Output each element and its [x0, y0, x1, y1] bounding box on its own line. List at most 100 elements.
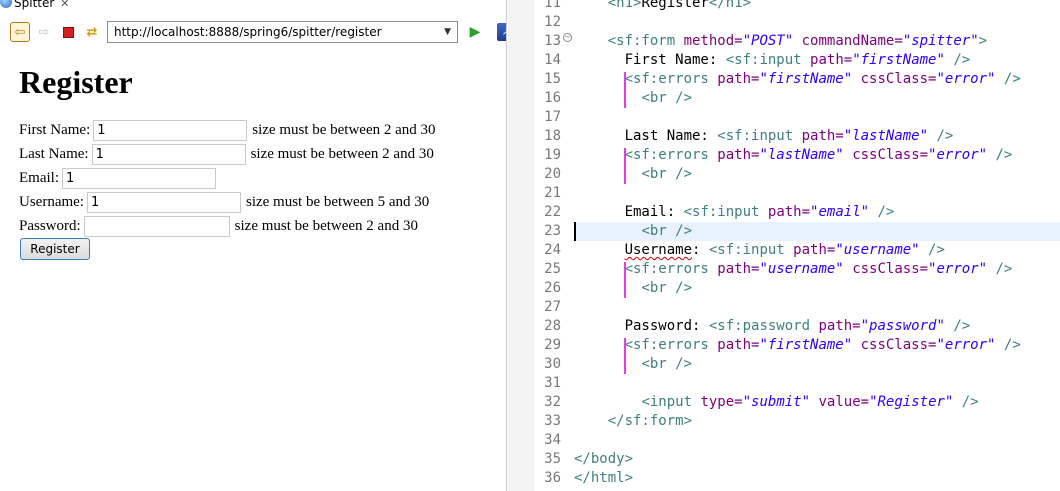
code-editor-pane[interactable]: 11 12 13 14 15 16 17 18 19 20 21 22 23 24 25 26 27 28 29 30…: [508, 0, 1060, 491]
code-line: <sf:errors path="firstName" cssClass="er…: [574, 336, 1021, 355]
code-token: "username": [759, 261, 844, 277]
code-token: />: [919, 242, 945, 258]
code-token: First Name:: [624, 52, 726, 68]
first-name-label: First Name:: [19, 121, 91, 138]
code-token: <br />: [641, 90, 693, 106]
line-number: 13: [544, 33, 561, 49]
line-number: 17: [544, 109, 561, 125]
line-number: 20: [544, 166, 561, 182]
back-button[interactable]: ⇦: [10, 22, 30, 42]
code-line: </sf:form>: [574, 412, 692, 431]
code-token: <input: [641, 394, 701, 410]
code-token: />: [944, 52, 971, 68]
code-area[interactable]: <h1>Register</h1> <sf:form method="POST"…: [574, 0, 1060, 491]
line-number: 16: [544, 90, 561, 106]
code-token: commandName=: [801, 33, 903, 49]
close-tab-icon[interactable]: ✕: [60, 0, 69, 10]
forward-button[interactable]: ⇨: [34, 22, 54, 42]
line-number: 31: [544, 375, 561, 391]
code-token: <br />: [641, 223, 693, 239]
stop-icon: [62, 26, 74, 38]
code-token: <sf:errors: [624, 71, 718, 87]
code-line: <sf:errors path="lastName" cssClass="err…: [574, 146, 1013, 165]
username-input[interactable]: [86, 191, 241, 213]
line-number: 27: [544, 299, 561, 315]
forward-arrow-icon: ⇨: [38, 24, 50, 40]
fold-collapse-icon[interactable]: −: [563, 33, 572, 42]
code-token: "email": [810, 204, 870, 220]
code-token: value=: [818, 394, 870, 410]
back-arrow-icon: ⇦: [14, 24, 26, 40]
code-token: path=: [801, 128, 844, 144]
code-token: cssClass=: [852, 147, 929, 163]
refresh-button[interactable]: ⇄: [82, 22, 102, 42]
code-token: type=: [700, 394, 743, 410]
url-text[interactable]: http://localhost:8888/spring6/spitter/re…: [114, 25, 444, 39]
code-token: "firstName": [852, 52, 945, 68]
code-token: path=: [717, 261, 760, 277]
password-row: Password: size must be between 2 and 30: [19, 215, 418, 237]
code-token: Email:: [624, 204, 684, 220]
browser-tab[interactable]: Spitter ✕: [0, 0, 76, 12]
last-name-error: size must be between 2 and 30: [250, 145, 434, 162]
code-token: />: [995, 71, 1021, 87]
code-token: path=: [717, 147, 760, 163]
code-token: "error": [928, 261, 988, 277]
external-browser-button[interactable]: ↗: [497, 23, 506, 41]
line-number-gutter: 11 12 13 14 15 16 17 18 19 20 21 22 23 24 25 26 27 28 29 30…: [534, 0, 572, 491]
code-line: <h1>Register</h1>: [574, 0, 751, 13]
address-bar[interactable]: http://localhost:8888/spring6/spitter/re…: [107, 21, 458, 43]
code-line: Username: <sf:input path="username" />: [574, 241, 945, 260]
code-line: <sf:errors path="username" cssClass="err…: [574, 260, 1013, 279]
code-token: "spitter": [902, 33, 979, 49]
email-label: Email:: [19, 169, 59, 186]
code-token: />: [944, 318, 971, 334]
change-marker: [624, 72, 626, 108]
line-number: 28: [544, 318, 561, 334]
code-line: Email: <sf:input path="email" />: [574, 203, 895, 222]
line-number: 35: [544, 451, 561, 467]
browser-tab-strip: Spitter ✕: [0, 0, 506, 12]
password-input[interactable]: [83, 215, 230, 237]
line-number: 33: [544, 413, 561, 429]
line-number: 23: [544, 223, 561, 239]
editor-ruler: [508, 0, 542, 491]
last-name-input[interactable]: [91, 143, 246, 165]
stop-button[interactable]: [58, 22, 78, 42]
code-token: </h1>: [708, 0, 752, 11]
code-token: path=: [717, 337, 760, 353]
code-token: />: [987, 261, 1013, 277]
code-token: />: [928, 128, 954, 144]
line-number: 25: [544, 261, 561, 277]
code-line: <br />: [574, 222, 692, 241]
code-token: path=: [810, 52, 853, 68]
line-number: 22: [544, 204, 561, 220]
register-button[interactable]: Register: [20, 238, 90, 260]
code-token: "password": [860, 318, 945, 334]
globe-icon: [0, 0, 12, 8]
go-button[interactable]: ▶: [465, 22, 485, 42]
chevron-down-icon[interactable]: ▼: [444, 27, 451, 37]
code-line: </html>: [574, 469, 633, 488]
username-row: Username: size must be between 5 and 30: [19, 191, 429, 213]
email-input[interactable]: [62, 167, 216, 189]
web-page: Register First Name: size must be betwee…: [0, 48, 506, 491]
code-token: path=: [818, 318, 861, 334]
change-marker: [624, 148, 626, 184]
code-token: <sf:input: [683, 204, 768, 220]
line-number: 18: [544, 128, 561, 144]
line-number: 30: [544, 356, 561, 372]
code-token: Username: [624, 242, 693, 258]
first-name-input[interactable]: [93, 119, 248, 141]
